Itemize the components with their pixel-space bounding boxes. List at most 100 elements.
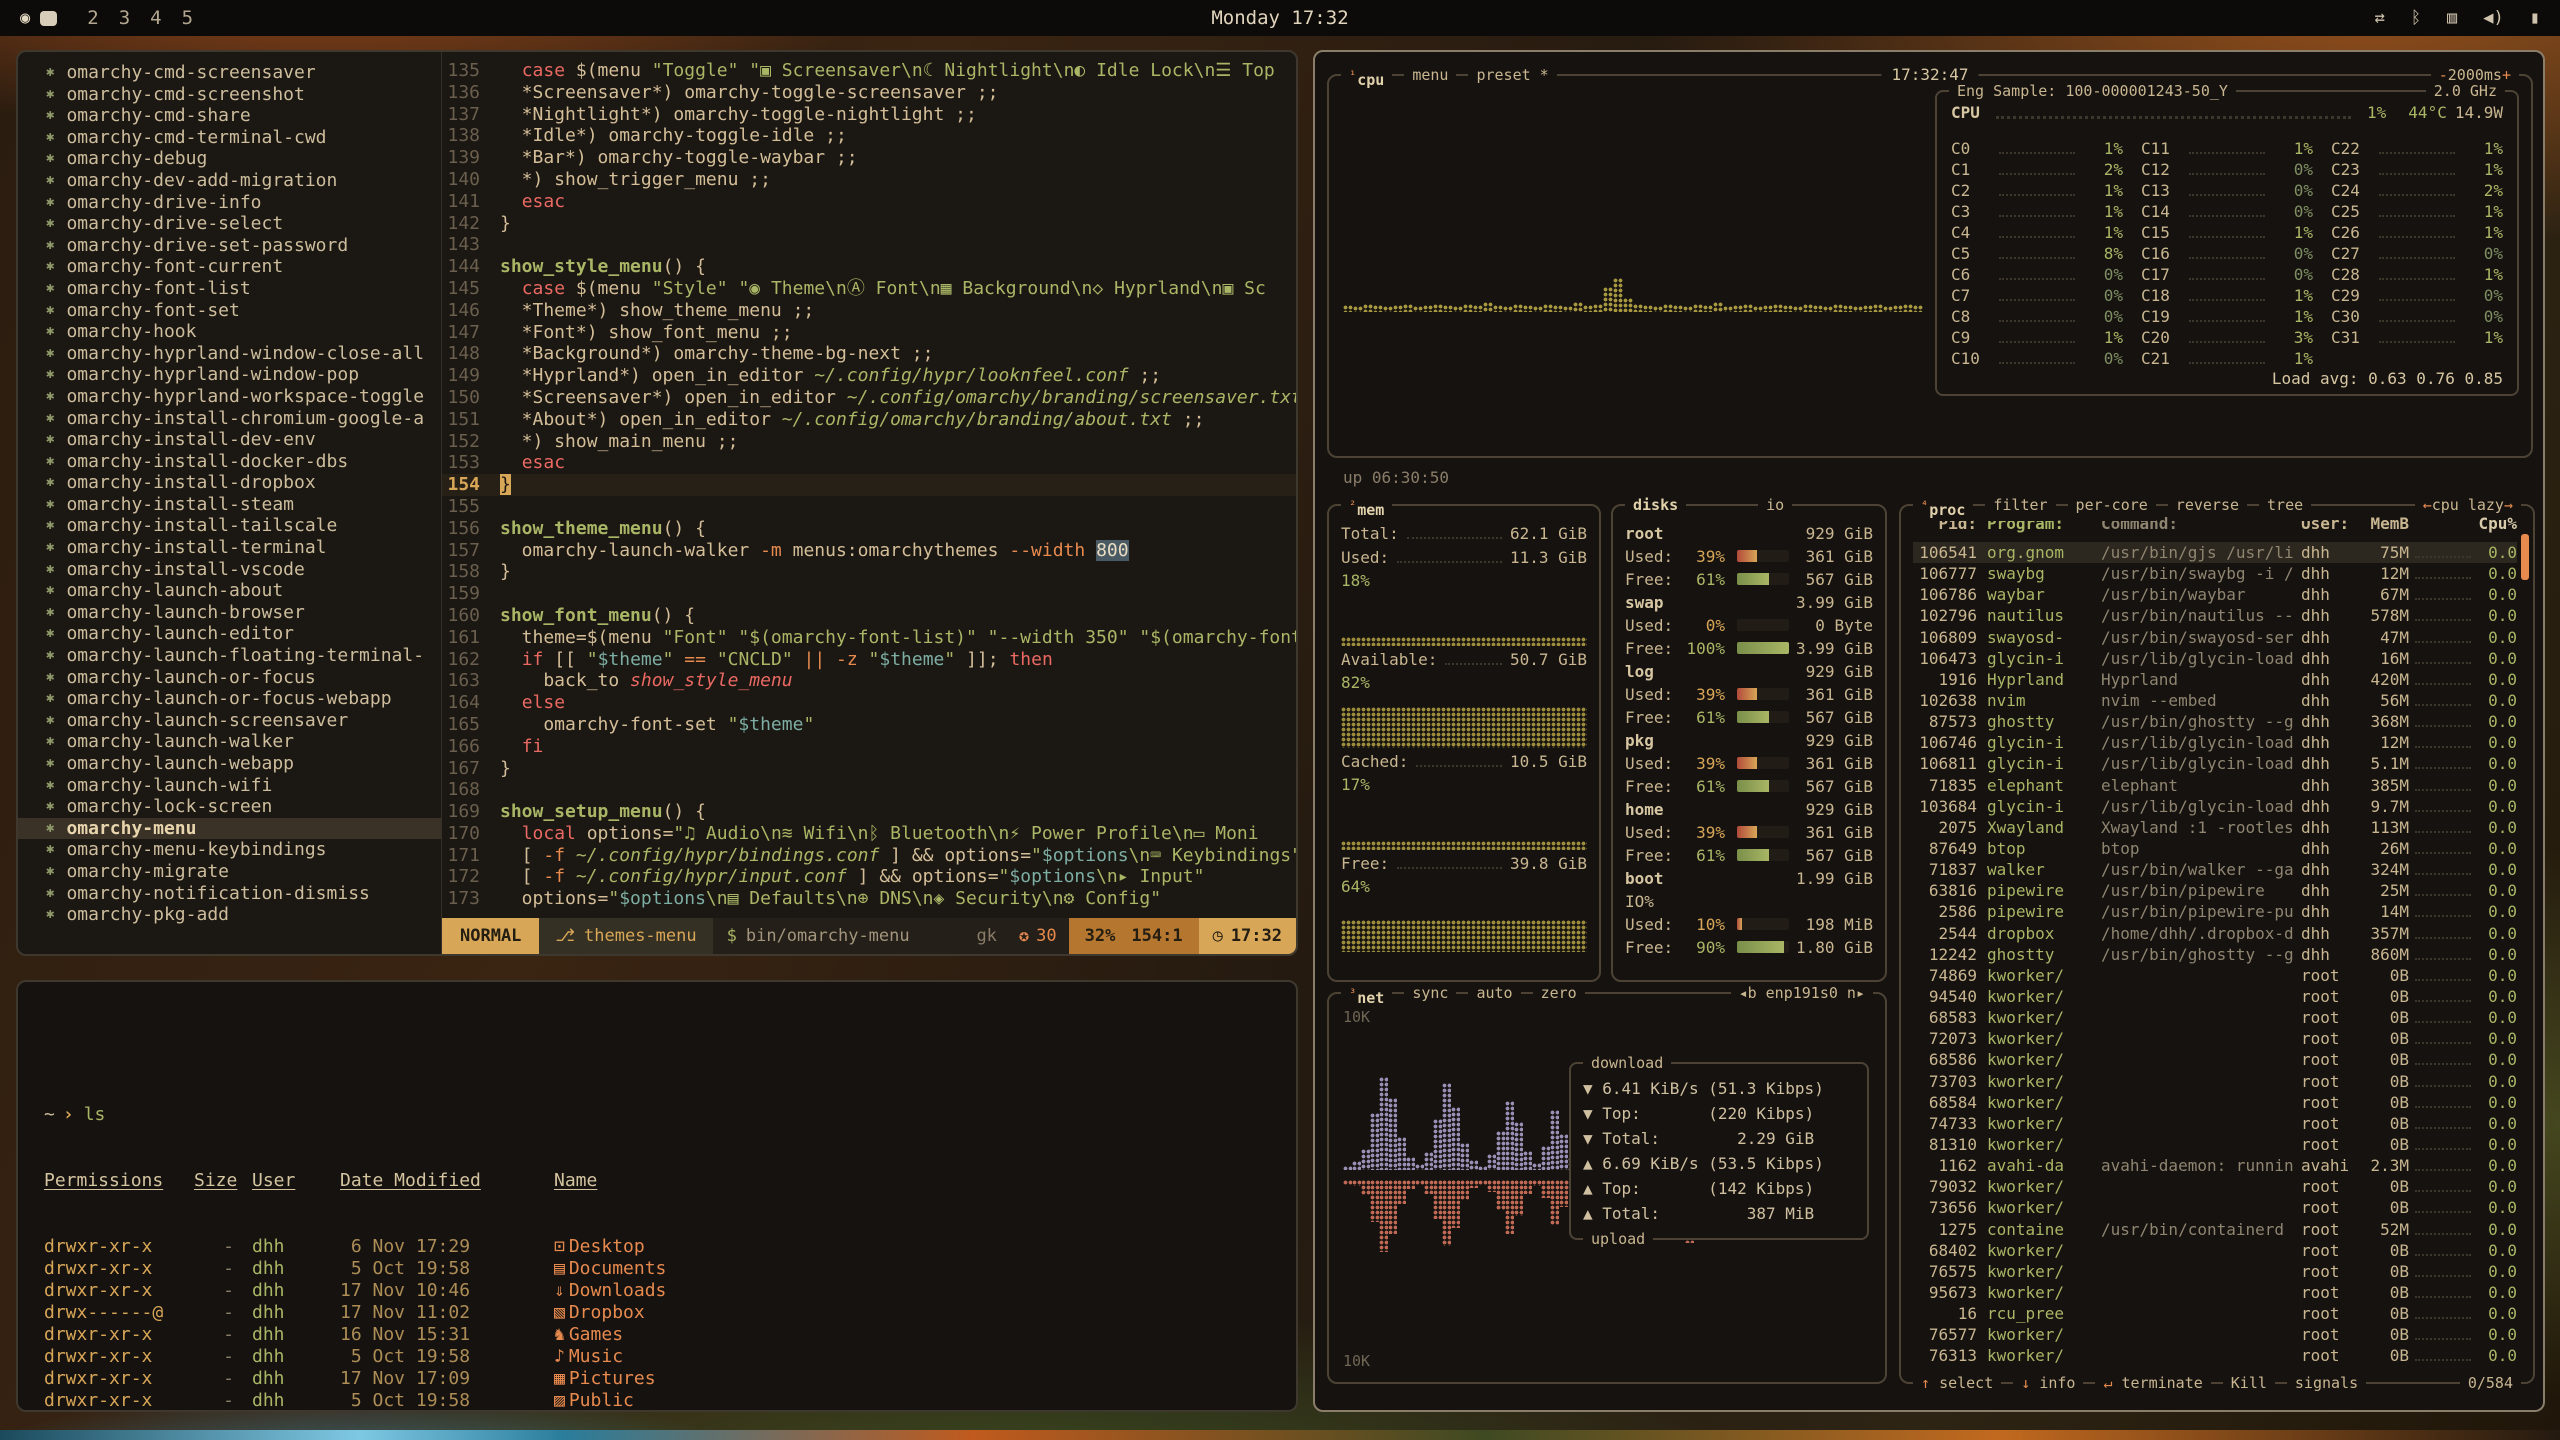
process-row[interactable]: 95673kworker/root0B0.0 <box>1913 1282 2517 1303</box>
proc-option-tree[interactable]: tree <box>2259 494 2311 521</box>
code-line[interactable]: 141 esac <box>442 191 1296 213</box>
code-line[interactable]: 152 *) show_main_menu ;; <box>442 431 1296 453</box>
tree-item[interactable]: ✱omarchy-hyprland-workspace-toggle <box>18 386 441 408</box>
tree-item[interactable]: ✱omarchy-font-set <box>18 300 441 322</box>
tree-item[interactable]: ✱omarchy-font-list <box>18 278 441 300</box>
distro-logo-icon[interactable]: ◉ <box>20 8 30 28</box>
process-row[interactable]: 63816pipewire/usr/bin/pipewiredhh25M0.0 <box>1913 880 2517 901</box>
process-row[interactable]: 2075XwaylandXwayland :1 -rootless -dhh11… <box>1913 817 2517 838</box>
workspace-5[interactable]: 5 <box>182 7 193 29</box>
code-line[interactable]: 172 [ -f ~/.config/hypr/input.conf ] && … <box>442 866 1296 888</box>
code-line[interactable]: 168 <box>442 779 1296 801</box>
tree-item[interactable]: ✱omarchy-debug <box>18 148 441 170</box>
code-line[interactable]: 148 *Background*) omarchy-theme-bg-next … <box>442 343 1296 365</box>
tree-item[interactable]: ✱omarchy-pkg-add <box>18 904 441 926</box>
process-row[interactable]: 68402kworker/root0B0.0 <box>1913 1240 2517 1261</box>
code-line[interactable]: 156show_theme_menu() { <box>442 518 1296 540</box>
tree-item[interactable]: ✱omarchy-install-docker-dbs <box>18 451 441 473</box>
code-line[interactable]: 155 <box>442 496 1296 518</box>
code-line[interactable]: 169show_setup_menu() { <box>442 801 1296 823</box>
tree-item[interactable]: ✱omarchy-drive-select <box>18 213 441 235</box>
tree-item[interactable]: ✱omarchy-dev-add-migration <box>18 170 441 192</box>
tree-item[interactable]: ✱omarchy-hyprland-window-close-all <box>18 343 441 365</box>
tree-item[interactable]: ✱omarchy-migrate <box>18 861 441 883</box>
tree-item[interactable]: ✱omarchy-install-dropbox <box>18 472 441 494</box>
col-memb[interactable]: MemB <box>2353 514 2409 533</box>
tree-item[interactable]: ✱omarchy-drive-set-password <box>18 235 441 257</box>
process-row[interactable]: 12242ghostty/usr/bin/ghostty --gtk-dhh86… <box>1913 944 2517 965</box>
tree-item[interactable]: ✱omarchy-hook <box>18 321 441 343</box>
workspace-3[interactable]: 3 <box>119 7 130 29</box>
proc-scrollbar-thumb[interactable] <box>2521 534 2529 580</box>
code-line[interactable]: 162 if [[ "$theme" == "CNCLD" || -z "$th… <box>442 649 1296 671</box>
process-row[interactable]: 87649btopbtopdhh26M0.0 <box>1913 838 2517 859</box>
code-line[interactable]: 153 esac <box>442 452 1296 474</box>
btop-window[interactable]: ¹cpu menu preset * 17:32:47 -2000ms+ Eng… <box>1313 50 2545 1412</box>
tree-item[interactable]: ✱omarchy-install-vscode <box>18 559 441 581</box>
process-row[interactable]: 103684glycin-i/usr/lib/glycin-loadersdhh… <box>1913 796 2517 817</box>
process-row[interactable]: 1916HyprlandHyprlanddhh420M0.0 <box>1913 669 2517 690</box>
process-row[interactable]: 106809swayosd-/usr/bin/swayosd-serverdhh… <box>1913 627 2517 648</box>
process-row[interactable]: 106811glycin-i/usr/lib/glycin-loadersdhh… <box>1913 753 2517 774</box>
process-row[interactable]: 106777swaybg/usr/bin/swaybg -i /homdhh12… <box>1913 563 2517 584</box>
sort-selector[interactable]: ←cpu lazy→ <box>2415 494 2521 516</box>
battery-icon[interactable]: ▮ <box>2530 8 2540 28</box>
tree-item[interactable]: ✱omarchy-launch-floating-terminal- <box>18 645 441 667</box>
tree-item[interactable]: ✱omarchy-menu <box>18 818 441 840</box>
code-line[interactable]: 140 *) show_trigger_menu ;; <box>442 169 1296 191</box>
workspace-active-indicator[interactable] <box>40 11 57 26</box>
tree-item[interactable]: ✱omarchy-launch-screensaver <box>18 710 441 732</box>
code-line[interactable]: 158} <box>442 561 1296 583</box>
tree-item[interactable]: ✱omarchy-hyprland-window-pop <box>18 364 441 386</box>
net-interface[interactable]: ◂b enp191s0 n▸ <box>1731 982 1873 1004</box>
process-row[interactable]: 71835elephantelephantdhh385M0.0 <box>1913 775 2517 796</box>
process-row[interactable]: 68586kworker/root0B0.0 <box>1913 1049 2517 1070</box>
process-row[interactable]: 68584kworker/root0B0.0 <box>1913 1092 2517 1113</box>
tab-net[interactable]: ³net <box>1341 982 1392 1009</box>
footer-signals[interactable]: signals <box>2287 1372 2366 1394</box>
code-line[interactable]: 166 fi <box>442 736 1296 758</box>
tab-disks[interactable]: disks <box>1625 494 1686 516</box>
code-line[interactable]: 142} <box>442 213 1296 235</box>
code-line[interactable]: 138 *Idle*) omarchy-toggle-idle ;; <box>442 125 1296 147</box>
tree-item[interactable]: ✱omarchy-launch-or-focus <box>18 667 441 689</box>
col-cpu[interactable]: Cpu% <box>2477 514 2517 533</box>
tree-item[interactable]: ✱omarchy-menu-keybindings <box>18 839 441 861</box>
process-row[interactable]: 76313kworker/root0B0.0 <box>1913 1345 2517 1364</box>
code-line[interactable]: 160show_font_menu() { <box>442 605 1296 627</box>
process-row[interactable]: 94540kworker/root0B0.0 <box>1913 986 2517 1007</box>
process-row[interactable]: 2586pipewire/usr/bin/pipewire-pulsedhh14… <box>1913 901 2517 922</box>
process-row[interactable]: 73703kworker/root0B0.0 <box>1913 1071 2517 1092</box>
process-row[interactable]: 72073kworker/root0B0.0 <box>1913 1028 2517 1049</box>
tree-item[interactable]: ✱omarchy-drive-info <box>18 192 441 214</box>
menu-button[interactable]: menu <box>1404 64 1456 91</box>
process-row[interactable]: 74869kworker/root0B0.0 <box>1913 965 2517 986</box>
process-row[interactable]: 73656kworker/root0B0.0 <box>1913 1197 2517 1218</box>
code-line[interactable]: 151 *About*) open_in_editor ~/.config/om… <box>442 409 1296 431</box>
sort-next-arrow[interactable]: → <box>2504 496 2513 514</box>
net-tab-auto[interactable]: auto <box>1468 982 1520 1009</box>
tree-item[interactable]: ✱omarchy-launch-wifi <box>18 775 441 797</box>
code-line[interactable]: 167} <box>442 758 1296 780</box>
process-row[interactable]: 106473glycin-i/usr/lib/glycin-loadersdhh… <box>1913 648 2517 669</box>
tree-item[interactable]: ✱omarchy-launch-or-focus-webapp <box>18 688 441 710</box>
process-row[interactable]: 74733kworker/root0B0.0 <box>1913 1113 2517 1134</box>
tree-item[interactable]: ✱omarchy-lock-screen <box>18 796 441 818</box>
code-line[interactable]: 161 theme=$(menu "Font" "$(omarchy-font-… <box>442 627 1296 649</box>
tree-item[interactable]: ✱omarchy-install-steam <box>18 494 441 516</box>
process-row[interactable]: 79032kworker/root0B0.0 <box>1913 1176 2517 1197</box>
code-line[interactable]: 164 else <box>442 692 1296 714</box>
footer-select[interactable]: ↑ select <box>1913 1372 2001 1394</box>
tab-proc[interactable]: ⁴proc <box>1913 494 1973 521</box>
footer-info[interactable]: ↓ info <box>2013 1372 2083 1394</box>
tree-item[interactable]: ✱omarchy-cmd-screensaver <box>18 62 441 84</box>
volume-icon[interactable]: ◀) <box>2483 8 2503 28</box>
code-line[interactable]: 149 *Hyprland*) open_in_editor ~/.config… <box>442 365 1296 387</box>
process-row[interactable]: 106541org.gnom/usr/bin/gjs /usr/lib/odhh… <box>1913 542 2517 563</box>
process-row[interactable]: 106786waybar/usr/bin/waybardhh67M0.0 <box>1913 584 2517 605</box>
workspace-4[interactable]: 4 <box>150 7 161 29</box>
process-row[interactable]: 16rcu_preeroot0B0.0 <box>1913 1303 2517 1324</box>
footer-terminate[interactable]: ↵ terminate <box>2095 1372 2210 1394</box>
code-line[interactable]: 157 omarchy-launch-walker -m menus:omarc… <box>442 540 1296 562</box>
net-tab-zero[interactable]: zero <box>1533 982 1585 1009</box>
